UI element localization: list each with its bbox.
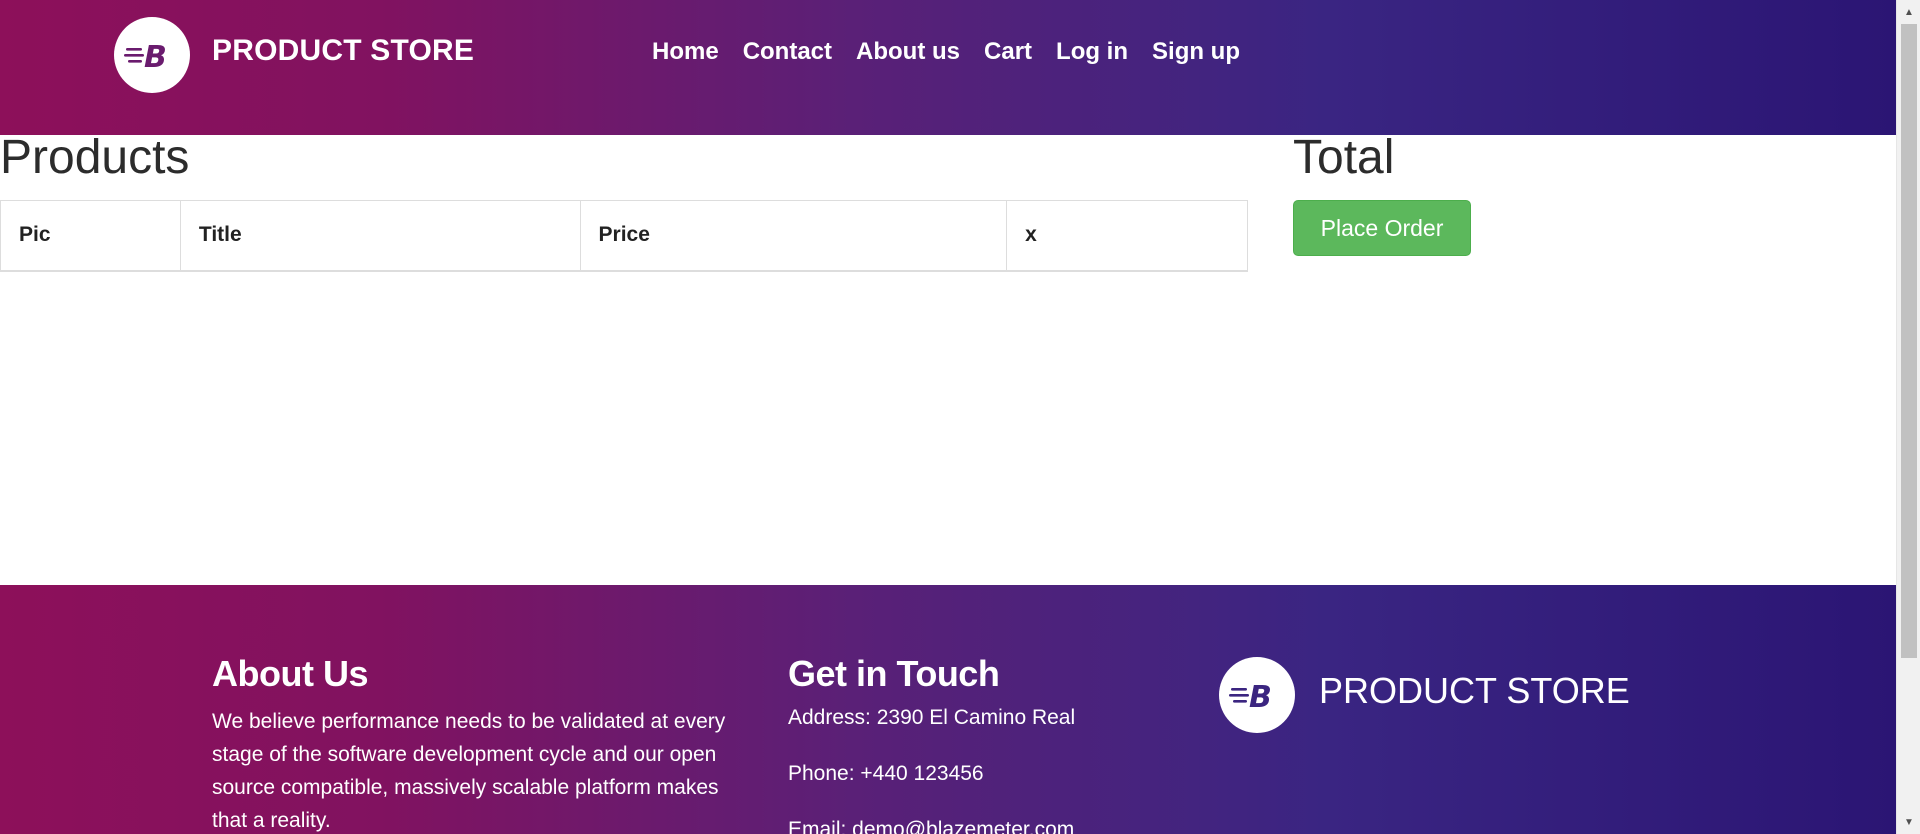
- footer-about-heading: About Us: [212, 653, 368, 694]
- table-header-row: Pic Title Price x: [0, 200, 1248, 272]
- footer-address: Address: 2390 El Camino Real: [788, 706, 1076, 729]
- footer-phone: Phone: +440 123456: [788, 762, 984, 785]
- total-heading: Total: [1293, 131, 1395, 184]
- cart-page: B PRODUCT STORE Home Contact About us Ca…: [0, 0, 1920, 834]
- footer-logo-icon: B: [1219, 657, 1295, 733]
- nav-home[interactable]: Home: [640, 38, 731, 66]
- place-order-button[interactable]: Place Order: [1293, 200, 1471, 256]
- vertical-scrollbar[interactable]: ▲ ▼: [1896, 0, 1920, 834]
- column-header-delete: x: [1006, 200, 1248, 272]
- column-header-title: Title: [179, 200, 581, 272]
- nav-links: Home Contact About us Cart Log in Sign u…: [640, 38, 1252, 66]
- scrollbar-thumb[interactable]: [1901, 24, 1917, 658]
- scroll-up-arrow-icon[interactable]: ▲: [1897, 2, 1920, 22]
- bolt-b-logo-icon: B: [124, 40, 167, 72]
- footer: About Us We believe performance needs to…: [0, 585, 1896, 834]
- nav-log-in[interactable]: Log in: [1044, 38, 1140, 66]
- nav-cart[interactable]: Cart: [972, 38, 1044, 66]
- column-header-pic: Pic: [0, 200, 181, 272]
- bolt-b-logo-icon: B: [1229, 680, 1272, 712]
- svg-text:B: B: [1249, 680, 1272, 712]
- footer-about-section: About Us We believe performance needs to…: [212, 653, 752, 834]
- products-heading: Products: [0, 131, 190, 184]
- nav-about-us[interactable]: About us: [844, 38, 972, 66]
- footer-contact-heading: Get in Touch: [788, 653, 1000, 694]
- footer-brand-name: PRODUCT STORE: [1319, 670, 1630, 711]
- brand-logo-icon[interactable]: B: [114, 17, 190, 93]
- column-header-price: Price: [579, 200, 1008, 272]
- products-table: Pic Title Price x: [0, 200, 1248, 272]
- svg-text:B: B: [144, 40, 167, 72]
- footer-email: Email: demo@blazemeter.com: [788, 818, 1075, 834]
- scroll-down-arrow-icon[interactable]: ▼: [1897, 812, 1920, 832]
- footer-contact-section: Get in Touch Address: 2390 El Camino Rea…: [788, 653, 1148, 834]
- footer-about-text: We believe performance needs to be valid…: [212, 710, 726, 832]
- navbar: B PRODUCT STORE Home Contact About us Ca…: [0, 0, 1896, 135]
- nav-contact[interactable]: Contact: [731, 38, 844, 66]
- brand-name[interactable]: PRODUCT STORE: [212, 34, 474, 68]
- nav-sign-up[interactable]: Sign up: [1140, 38, 1252, 66]
